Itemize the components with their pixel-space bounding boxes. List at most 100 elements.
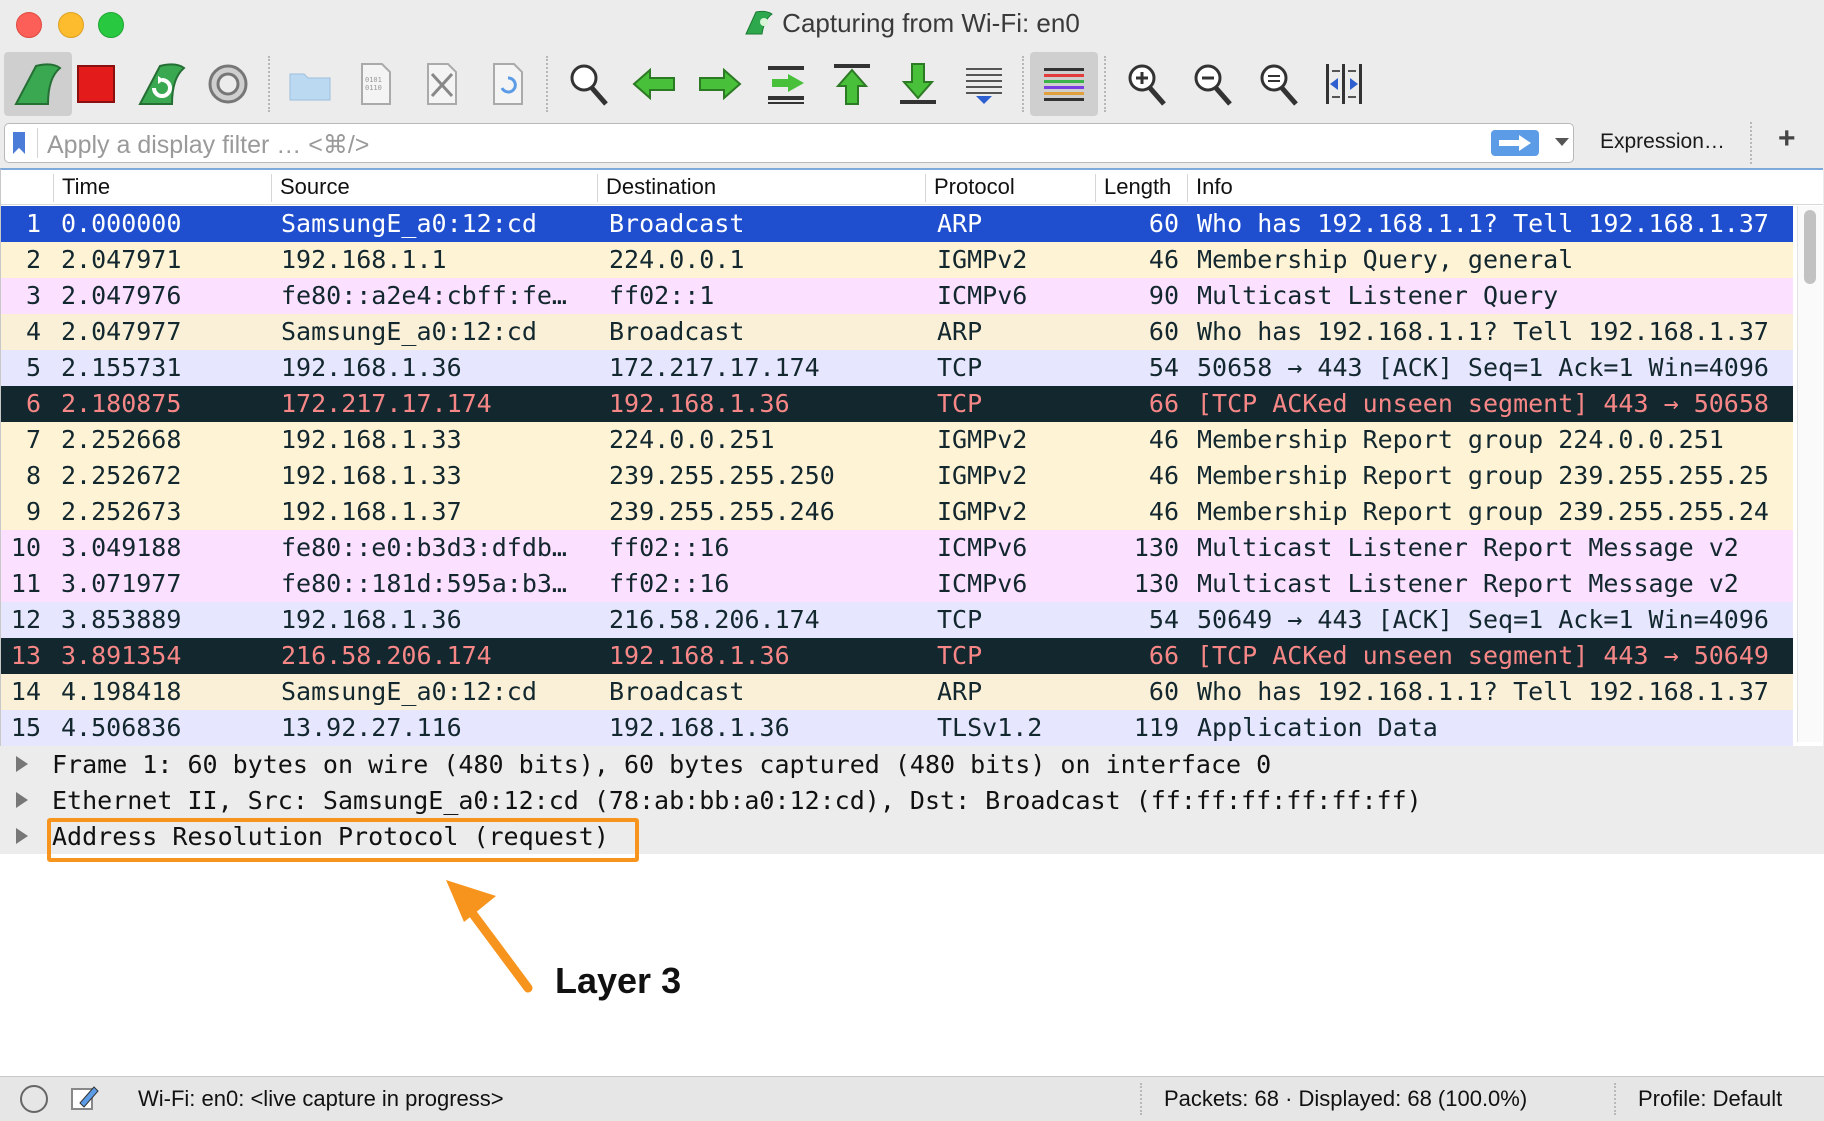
packet-length: 130 [1133,533,1179,562]
packet-number: 8 [25,461,41,490]
packet-info: Who has 192.168.1.1? Tell 192.168.1.37 [1197,209,1769,238]
window-title-container: Capturing from Wi-Fi: en0 [0,8,1824,39]
packet-source: 192.168.1.1 [281,245,447,274]
packet-protocol: TCP [937,389,983,418]
packet-row[interactable]: 6 2.180875 172.217.17.174 192.168.1.36 TCP 66… [1,386,1793,422]
packet-time: 4.506836 [61,713,182,742]
column-header-info[interactable]: Info [1187,174,1796,202]
packet-row[interactable]: 13 3.891354 216.58.206.174 192.168.1.36 TCP 6… [1,638,1793,674]
packet-row[interactable]: 1 0.000000 SamsungE_a0:12:cd Broadcast ARP 60… [1,206,1793,242]
packet-destination: 224.0.0.251 [609,425,775,454]
packet-time: 3.891354 [61,641,182,670]
open-file-button[interactable] [276,52,344,116]
packet-destination: Broadcast [609,209,745,238]
zoom-in-icon [1128,64,1166,106]
normal-size-button[interactable] [1244,52,1312,116]
apply-arrow-icon [1499,135,1531,151]
packet-row[interactable]: 5 2.155731 192.168.1.36 172.217.17.174 TCP 54… [1,350,1793,386]
profile-text[interactable]: Profile: Default [1638,1086,1782,1112]
column-header-no[interactable] [1,174,51,202]
packet-row[interactable]: 11 3.071977 fe80::181d:595a:b3… ff02::16 ICM… [1,566,1793,602]
packet-row[interactable]: 15 4.506836 13.92.27.116 192.168.1.36 TLSv1.… [1,710,1793,746]
packet-info: Multicast Listener Query [1197,281,1559,310]
restart-capture-button[interactable] [128,52,196,116]
status-separator [1614,1083,1616,1115]
display-filter-input[interactable]: Apply a display filter … <⌘/> [4,123,1574,163]
capture-options-button[interactable] [194,52,262,116]
autoscroll-icon [966,68,1002,104]
packet-length: 46 [1148,461,1179,490]
autoscroll-button[interactable] [950,52,1018,116]
column-header-destination[interactable]: Destination [597,174,922,202]
packet-time: 3.049188 [61,533,182,562]
packet-row[interactable]: 3 2.047976 fe80::a2e4:cbff:fe… ff02::1 ICMPv… [1,278,1793,314]
expression-button[interactable]: Expression… [1600,130,1725,154]
detail-row-frame[interactable]: Frame 1: 60 bytes on wire (480 bits), 60… [0,746,1824,782]
save-file-button[interactable]: 0101 0110 [342,52,410,116]
go-to-packet-button[interactable] [752,52,820,116]
expand-triangle-icon[interactable] [16,828,28,844]
packet-row[interactable]: 10 3.049188 fe80::e0:b3d3:dfdb… ff02::16 ICM… [1,530,1793,566]
packet-destination: 224.0.0.1 [609,245,745,274]
packet-row[interactable]: 9 2.252673 192.168.1.37 239.255.255.246 IGMP… [1,494,1793,530]
packet-row[interactable]: 8 2.252672 192.168.1.33 239.255.255.250 IGMP… [1,458,1793,494]
scrollbar-thumb[interactable] [1804,210,1816,284]
packet-protocol: TLSv1.2 [937,713,1043,742]
start-capture-fin-icon [14,63,62,105]
add-filter-button[interactable]: + [1778,122,1796,156]
stop-capture-button[interactable] [62,52,130,116]
packet-number: 13 [10,641,41,670]
reload-file-button[interactable] [474,52,542,116]
toolbar-separator [1022,56,1024,112]
packet-source: 216.58.206.174 [281,641,492,670]
column-header-protocol[interactable]: Protocol [925,174,1088,202]
packet-row[interactable]: 4 2.047977 SamsungE_a0:12:cd Broadcast ARP 60… [1,314,1793,350]
bookmark-icon[interactable] [13,132,25,154]
go-last-packet-button[interactable] [884,52,952,116]
expand-triangle-icon[interactable] [16,792,28,808]
detail-row-text: Frame 1: 60 bytes on wire (480 bits), 60… [52,750,1272,779]
column-header-time[interactable]: Time [53,174,272,202]
packet-length: 46 [1148,425,1179,454]
column-header-source[interactable]: Source [271,174,596,202]
title-bar: Capturing from Wi-Fi: en0 [0,0,1824,50]
packet-time: 4.198418 [61,677,182,706]
packet-length: 66 [1148,641,1179,670]
toolbar-separator [268,56,270,112]
status-bar: Wi-Fi: en0: <live capture in progress> P… [0,1076,1824,1121]
packet-info: Multicast Listener Report Message v2 [1197,569,1739,598]
packet-row[interactable]: 7 2.252668 192.168.1.33 224.0.0.251 IGMPv2 46… [1,422,1793,458]
apply-filter-button[interactable] [1491,130,1539,156]
resize-columns-button[interactable] [1310,52,1378,116]
expand-triangle-icon[interactable] [16,756,28,772]
packet-row[interactable]: 2 2.047971 192.168.1.1 224.0.0.1 IGMPv2 46 Mem… [1,242,1793,278]
colorize-button[interactable] [1030,52,1098,116]
close-file-button[interactable] [408,52,476,116]
detail-row-ethernet[interactable]: Ethernet II, Src: SamsungE_a0:12:cd (78:… [0,782,1824,818]
packet-row[interactable]: 12 3.853889 192.168.1.36 216.58.206.174 TCP 5… [1,602,1793,638]
zoom-in-button[interactable] [1112,52,1180,116]
filter-history-dropdown-icon[interactable] [1555,138,1569,146]
packet-source: 192.168.1.36 [281,353,462,382]
packet-row[interactable]: 14 4.198418 SamsungE_a0:12:cd Broadcast ARP 6… [1,674,1793,710]
packet-source: SamsungE_a0:12:cd [281,677,537,706]
packet-length: 46 [1148,497,1179,526]
zoom-out-icon [1194,64,1232,106]
packet-list-scrollbar[interactable] [1797,206,1822,742]
packet-protocol: IGMPv2 [937,245,1028,274]
packet-list[interactable]: Time Source Destination Protocol Length … [0,168,1823,748]
packet-number: 3 [25,281,41,310]
column-header-length[interactable]: Length [1095,174,1188,202]
capture-comment-edit-icon[interactable] [70,1083,100,1113]
find-packet-button[interactable] [554,52,622,116]
zoom-out-button[interactable] [1178,52,1246,116]
expert-info-icon[interactable] [20,1085,48,1113]
go-first-packet-button[interactable] [818,52,886,116]
go-last-packet-icon [900,63,936,104]
go-forward-button[interactable] [686,52,754,116]
packet-protocol: TCP [937,641,983,670]
packet-protocol: ARP [937,209,983,238]
packet-length: 60 [1148,209,1179,238]
packet-details-pane[interactable]: Frame 1: 60 bytes on wire (480 bits), 60… [0,746,1824,1076]
go-back-button[interactable] [620,52,688,116]
